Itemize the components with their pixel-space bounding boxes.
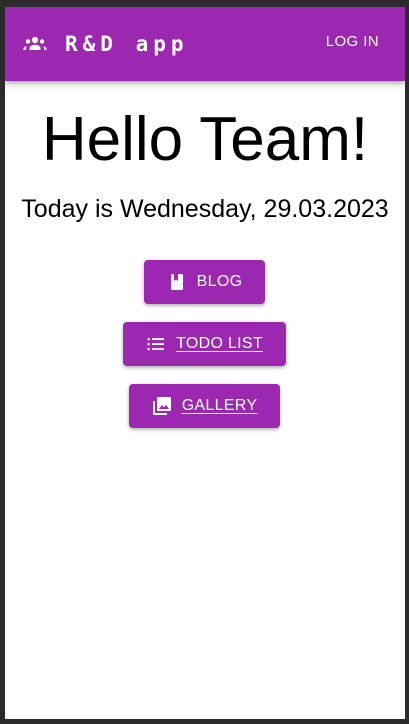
app-window: R&D app LOG IN Hello Team! Today is Wedn… — [5, 7, 405, 719]
blog-button-label: BLOG — [196, 273, 243, 290]
app-title: R&D app — [65, 32, 189, 56]
photo-library-icon — [152, 396, 172, 416]
groups-icon — [23, 32, 47, 56]
list-icon — [146, 334, 166, 354]
todo-list-button-label: TODO LIST — [176, 335, 263, 352]
login-button[interactable]: LOG IN — [326, 33, 379, 50]
gallery-button-label: GALLERY — [181, 397, 258, 414]
app-bar: R&D app LOG IN — [5, 7, 405, 81]
gallery-button[interactable]: GALLERY — [129, 384, 280, 428]
brand: R&D app — [23, 32, 189, 56]
page-title: Hello Team! — [41, 105, 369, 174]
date-text: Today is Wednesday, 29.03.2023 — [21, 195, 389, 223]
blog-button[interactable]: BLOG — [144, 260, 265, 304]
todo-list-button[interactable]: TODO LIST — [123, 322, 286, 366]
book-icon — [167, 272, 187, 292]
